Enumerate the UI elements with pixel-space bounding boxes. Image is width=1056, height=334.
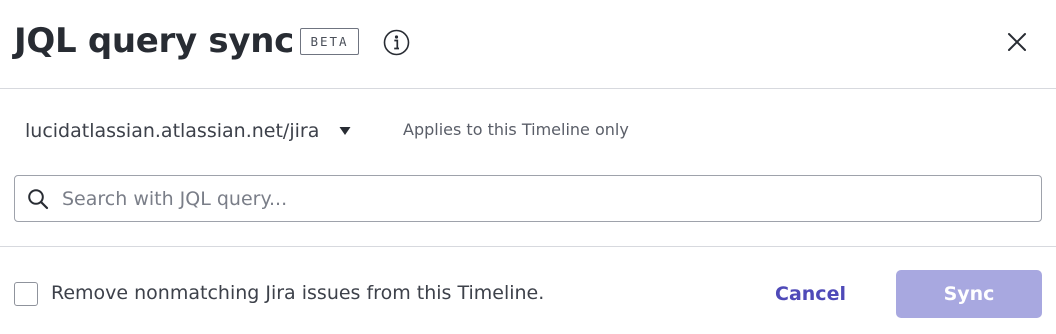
remove-nonmatching-checkbox[interactable] bbox=[14, 282, 38, 306]
jira-site-label: lucidatlassian.atlassian.net/jira bbox=[25, 120, 320, 142]
search-icon bbox=[28, 188, 49, 209]
scope-note: Applies to this Timeline only bbox=[403, 120, 629, 139]
info-icon[interactable] bbox=[383, 29, 410, 56]
jql-search-box[interactable] bbox=[14, 175, 1042, 222]
sync-button[interactable]: Sync bbox=[896, 270, 1042, 318]
jql-sync-dialog: JQL query sync BETA lucidatlassian.atlas… bbox=[0, 0, 1056, 334]
dialog-title: JQL query sync bbox=[14, 21, 294, 61]
caret-down-icon bbox=[339, 127, 351, 135]
header-divider bbox=[0, 88, 1056, 89]
beta-badge: BETA bbox=[300, 28, 359, 55]
jira-site-dropdown[interactable]: lucidatlassian.atlassian.net/jira bbox=[25, 117, 351, 145]
dialog-header: JQL query sync BETA bbox=[0, 0, 1056, 89]
footer-divider bbox=[0, 246, 1056, 247]
jql-search-input[interactable] bbox=[62, 183, 1022, 214]
cancel-button[interactable]: Cancel bbox=[764, 278, 857, 310]
remove-nonmatching-label[interactable]: Remove nonmatching Jira issues from this… bbox=[51, 282, 544, 304]
close-icon[interactable] bbox=[1005, 30, 1029, 54]
